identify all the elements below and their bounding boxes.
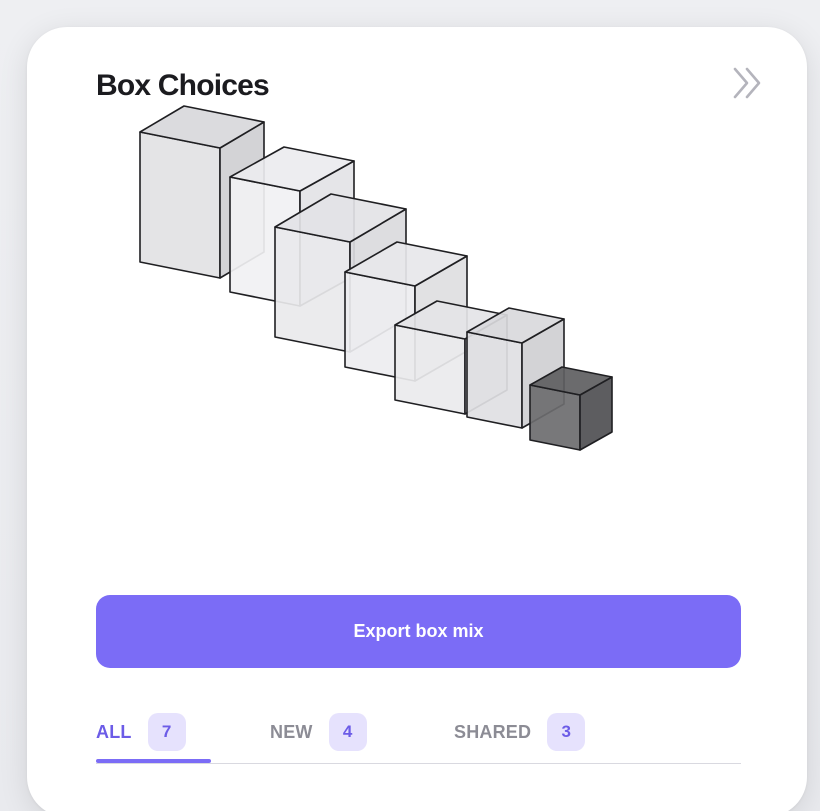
- tab-new[interactable]: NEW 4: [270, 703, 367, 761]
- box-shape-7: [529, 366, 613, 451]
- expand-button[interactable]: [723, 65, 771, 101]
- tab-new-label: NEW: [270, 721, 313, 742]
- tab-all[interactable]: ALL 7: [96, 703, 186, 761]
- tab-new-count-badge: 4: [328, 713, 367, 751]
- boxes-illustration: [139, 105, 613, 451]
- box-shape-2: [229, 146, 355, 307]
- active-tab-indicator: [96, 759, 211, 763]
- box-choices-card: Box Choices Export box mix ALL 7 NEW 4 S…: [27, 27, 807, 811]
- card-title: Box Choices: [96, 69, 270, 102]
- double-chevron-right-icon: [733, 67, 761, 99]
- tab-all-count-badge: 7: [147, 713, 186, 751]
- tab-shared-count-badge: 3: [547, 713, 586, 751]
- box-shape-5: [394, 300, 508, 415]
- box-shape-4: [344, 241, 468, 382]
- filter-tabs: ALL 7 NEW 4 SHARED 3: [96, 703, 741, 764]
- tab-shared-label: SHARED: [454, 721, 532, 742]
- box-shape-3: [274, 193, 407, 353]
- box-shape-6: [466, 307, 565, 429]
- tab-shared[interactable]: SHARED 3: [454, 703, 586, 761]
- tab-all-label: ALL: [96, 721, 132, 742]
- page-background: Box Choices Export box mix ALL 7 NEW 4 S…: [0, 0, 820, 811]
- box-shape-1: [139, 105, 265, 279]
- export-box-mix-button[interactable]: Export box mix: [96, 595, 741, 668]
